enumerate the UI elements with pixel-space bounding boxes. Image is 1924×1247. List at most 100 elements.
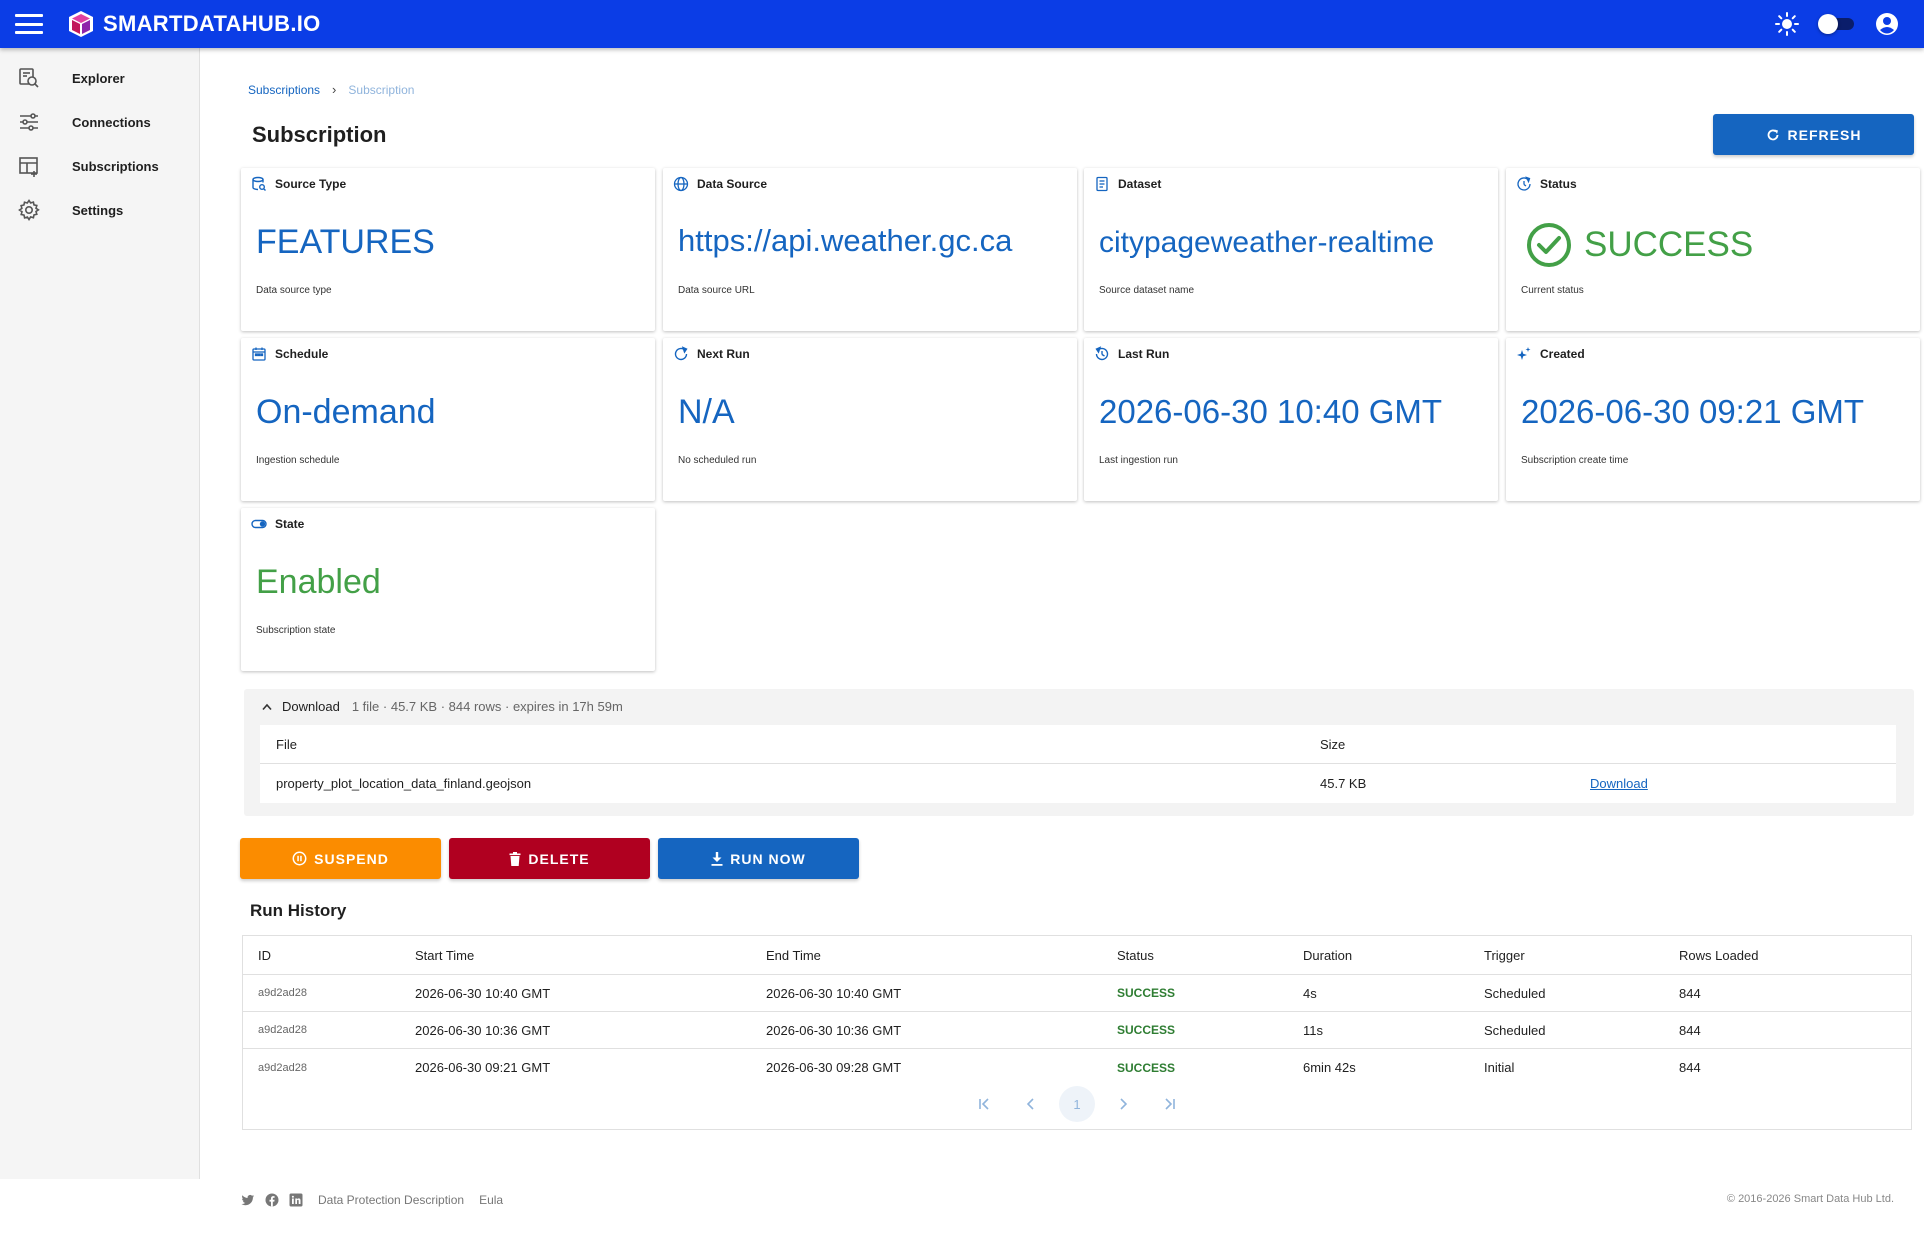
run-now-button[interactable]: RUN NOW [658,838,859,879]
card-title: Next Run [697,347,750,361]
breadcrumb: Subscriptions › Subscription [248,82,414,97]
last-page-icon[interactable] [1151,1086,1187,1122]
download-title: Download [282,699,340,714]
column-header-size: Size [1320,736,1346,752]
pagination: 1 [243,1086,1911,1122]
last-run-value: 2026-06-30 10:40 GMT [1099,393,1443,430]
column-header-id: ID [258,947,271,963]
run-history-table: ID Start Time End Time Status Duration T… [242,935,1912,1130]
card-created: Created 2026-06-30 09:21 GMT Subscriptio… [1506,338,1920,501]
suspend-button[interactable]: SUSPEND [240,838,441,879]
first-page-icon[interactable] [967,1086,1003,1122]
page-number-button[interactable]: 1 [1059,1086,1095,1122]
card-subtitle: Last ingestion run [1099,455,1178,466]
suspend-button-label: SUSPEND [314,850,389,867]
next-run-value: N/A [678,393,735,431]
card-title: State [275,517,305,531]
download-file-row: property_plot_location_data_finland.geoj… [260,764,1896,803]
twitter-icon[interactable] [241,1193,255,1207]
account-icon[interactable] [1874,11,1900,37]
status-sync-icon [1517,176,1531,191]
explorer-search-icon [19,68,39,88]
run-rows-loaded: 844 [1679,1060,1701,1075]
run-duration: 4s [1303,985,1317,1001]
column-header-file: File [276,736,297,752]
trash-icon [509,851,521,866]
card-subtitle: Current status [1521,285,1584,296]
file-size: 45.7 KB [1320,776,1367,791]
sidebar-item-subscriptions[interactable]: Subscriptions [0,144,199,188]
linkedin-icon[interactable] [289,1193,303,1207]
refresh-icon [1767,129,1778,140]
redo-icon [674,346,688,361]
sun-icon [1775,12,1799,36]
run-status: SUCCESS [1117,1023,1176,1037]
card-title: Dataset [1118,177,1162,191]
run-id: a9d2ad28 [258,1061,307,1074]
card-title: Source Type [275,177,347,191]
data-protection-link[interactable]: Data Protection Description [318,1193,464,1207]
download-link[interactable]: Download [1590,776,1648,791]
data-source-value: https://api.weather.gc.ca [678,223,1013,258]
run-trigger: Scheduled [1484,985,1546,1001]
column-header-rows-loaded: Rows Loaded [1679,947,1759,963]
run-status: SUCCESS [1117,986,1176,1000]
card-status: Status SUCCESS Current status [1506,168,1920,331]
created-value: 2026-06-30 09:21 GMT [1521,393,1865,430]
sidebar-item-settings[interactable]: Settings [0,188,199,232]
sidebar-item-label: Explorer [72,70,125,86]
check-circle-icon [1527,223,1571,267]
sidebar-item-label: Settings [72,202,124,218]
card-schedule: Schedule On-demand Ingestion schedule [241,338,655,501]
run-duration: 11s [1303,1022,1323,1038]
run-history-title: Run History [250,901,347,920]
dataset-value: citypageweather-realtime [1099,226,1435,259]
sidebar: Explorer Connections Subscriptions Setti… [0,48,200,1179]
status-value: SUCCESS [1584,225,1754,264]
facebook-icon[interactable] [265,1193,279,1207]
breadcrumb-subscriptions-link[interactable]: Subscriptions [248,83,320,97]
source-type-value: FEATURES [256,223,435,261]
breadcrumb-current: Subscription [348,82,415,97]
gear-icon [18,199,40,221]
delete-button[interactable]: DELETE [449,838,650,879]
cube-logo-icon [69,11,93,37]
download-arrow-icon [711,851,723,866]
copyright: © 2016-2026 Smart Data Hub Ltd. [1726,1193,1894,1205]
sidebar-item-explorer[interactable]: Explorer [0,56,199,100]
run-rows-loaded: 844 [1679,985,1701,1001]
schedule-value: On-demand [256,393,436,431]
next-page-icon[interactable] [1105,1086,1141,1122]
globe-icon [673,176,689,192]
run-start-time: 2026-06-30 09:21 GMT [415,1060,551,1075]
history-icon [1095,346,1109,361]
download-panel-header[interactable]: Download 1 file · 45.7 KB · 844 rows · e… [262,699,623,714]
table-row[interactable]: a9d2ad28 2026-06-30 09:21 GMT 2026-06-30… [243,1049,1911,1086]
table-row[interactable]: a9d2ad28 2026-06-30 10:36 GMT 2026-06-30… [243,1012,1911,1049]
card-subtitle: Subscription create time [1521,455,1629,466]
previous-page-icon[interactable] [1013,1086,1049,1122]
card-next-run: Next Run N/A No scheduled run [663,338,1077,501]
column-header-status: Status [1117,947,1154,963]
table-row[interactable]: a9d2ad28 2026-06-30 10:40 GMT 2026-06-30… [243,975,1911,1012]
hamburger-menu-icon[interactable] [15,14,43,34]
card-data-source: Data Source https://api.weather.gc.ca Da… [663,168,1077,331]
card-dataset: Dataset citypageweather-realtime Source … [1084,168,1498,331]
main-content: Subscriptions › Subscription Subscriptio… [200,48,1924,1179]
theme-toggle[interactable] [1818,14,1856,34]
card-title: Data Source [697,177,768,191]
card-subtitle: Data source URL [678,285,755,296]
state-value: Enabled [256,563,381,601]
card-subtitle: Subscription state [256,625,336,636]
refresh-button[interactable]: REFRESH [1713,114,1914,155]
app-logo[interactable]: SMARTDATAHUB.IO [67,9,321,39]
run-status: SUCCESS [1117,1060,1176,1075]
sidebar-item-label: Connections [72,114,151,130]
delete-button-label: DELETE [528,850,590,867]
status-display: SUCCESS [1526,222,1753,268]
theme-toggle-thumb [1818,14,1838,34]
sidebar-item-connections[interactable]: Connections [0,100,199,144]
run-history-header: ID Start Time End Time Status Duration T… [243,936,1911,975]
eula-link[interactable]: Eula [479,1193,503,1207]
run-rows-loaded: 844 [1679,1022,1701,1038]
